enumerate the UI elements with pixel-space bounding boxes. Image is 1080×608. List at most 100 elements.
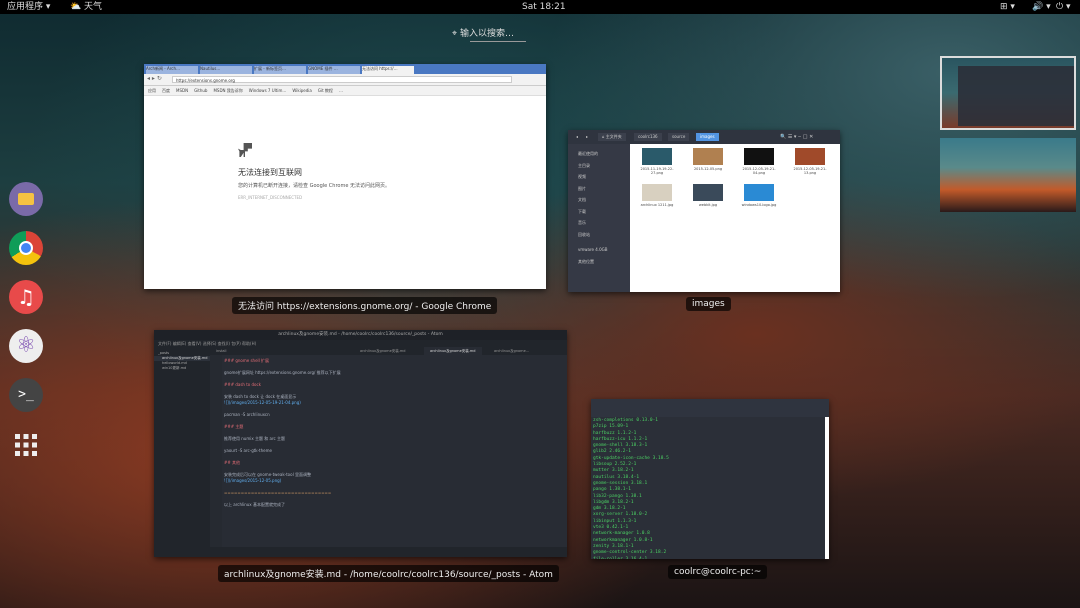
top-bar: 应用程序 ▾ ⛅ 天气 Sat 18:21 ⊞ ▾ 🔊 ▾ ⏻ ▾ — [0, 0, 1080, 14]
atom-icon[interactable]: ⚛ — [9, 329, 43, 363]
applications-menu[interactable]: 应用程序 ▾ — [7, 0, 50, 14]
chrome-omnibox[interactable]: https://extensions.gnome.org — [172, 76, 512, 83]
file-name: archlinux 1211.jpg — [640, 203, 674, 207]
chrome-tab[interactable]: Nautilus… — [200, 66, 252, 74]
sidebar-item-recent[interactable]: 最近使用的 — [568, 148, 630, 160]
path-segment[interactable]: source — [668, 133, 690, 141]
back-icon[interactable]: ◂ ▸ ↻ — [147, 75, 162, 82]
dash-dock: ♫ ⚛ >_ — [0, 178, 52, 462]
chrome-toolbar: ◂ ▸ ↻ https://extensions.gnome.org — [144, 74, 546, 86]
error-code: ERR_INTERNET_DISCONNECTED — [238, 195, 303, 200]
sidebar-item-trash[interactable]: 回收站 — [568, 229, 630, 241]
file-name: 2015-11-19-19-22-27.png — [640, 167, 674, 175]
files-headerbar: ◂ ▸ ⌂ 主文件夹 coolrc136 source images 🔍 ☰ ▾… — [568, 130, 840, 144]
atom-window-thumbnail[interactable]: archlinux及gnome安装.md - /home/coolrc/cool… — [154, 330, 567, 557]
bookmark-item[interactable]: MSDN — [176, 88, 188, 93]
power-indicator[interactable]: ⏻ ▾ — [1056, 0, 1071, 14]
overview-search-entry[interactable]: ⌖ 输入以搜索… — [452, 27, 632, 41]
terminal-line: gnome-control-center 3.18.2 — [593, 550, 667, 556]
chrome-tab[interactable]: GNOME 插件 … — [308, 66, 360, 74]
offline-dino-icon[interactable] — [238, 143, 252, 157]
chrome-icon[interactable] — [9, 231, 43, 265]
files-sidebar: 最近使用的 主目录 视频 图片 文档 下载 音乐 回收站 vmware 4.0G… — [568, 144, 630, 292]
tree-item[interactable]: win10更新.md — [154, 366, 210, 371]
files-icon[interactable] — [9, 182, 43, 216]
bookmark-item[interactable]: Windows 7 Ultim… — [249, 88, 287, 93]
search-icon: ⌖ — [452, 29, 458, 39]
weather-icon[interactable]: ⛅ — [70, 0, 81, 14]
search-underline — [470, 41, 526, 42]
file-thumbnail[interactable] — [744, 148, 774, 165]
sidebar-item-other-locations[interactable]: 其他位置 — [568, 256, 630, 268]
sidebar-item-downloads[interactable]: 下载 — [568, 206, 630, 218]
terminal-headerbar — [591, 399, 829, 417]
chrome-tab[interactable]: Arch新闻 - Arch… — [146, 66, 198, 74]
chrome-tab-strip: Arch新闻 - Arch… Nautilus… 扩展 - 新标签页… GNOME 插… — [144, 64, 546, 74]
file-thumbnail[interactable] — [642, 184, 672, 201]
terminal-line: file-roller 3.16.4-1 — [593, 557, 669, 559]
file-thumbnail[interactable] — [693, 148, 723, 165]
bookmark-item[interactable]: 应用 — [148, 88, 156, 93]
error-description: 您的计算机已断开连接，请检查 Google Chrome 无法访问此网页。 — [238, 183, 391, 189]
path-home[interactable]: ⌂ 主文件夹 — [598, 133, 626, 141]
tab[interactable]: archlinux及gnome… — [494, 349, 529, 354]
bookmarks-bar: 应用 百度 MSDN Github MSDN 我告诉你 Windows 7 Ultim… W… — [144, 86, 546, 96]
workspace-thumbnail[interactable] — [940, 138, 1076, 212]
atom-status-bar — [154, 547, 567, 557]
file-thumbnail[interactable] — [642, 148, 672, 165]
sidebar-item-music[interactable]: 音乐 — [568, 217, 630, 229]
files-window-caption: images — [686, 297, 731, 311]
atom-window-caption: archlinux及gnome安装.md - /home/coolrc/cool… — [218, 565, 559, 582]
chrome-window-thumbnail[interactable]: Arch新闻 - Arch… Nautilus… 扩展 - 新标签页… GNOME 插… — [144, 64, 546, 289]
file-thumbnail[interactable] — [693, 184, 723, 201]
chrome-tab[interactable]: 扩展 - 新标签页… — [254, 66, 306, 74]
workspace-window-miniature — [958, 66, 1074, 126]
toolbar-icons[interactable]: 🔍 ☰ ▾ ‒ □ ✕ — [776, 133, 817, 141]
terminal-window-thumbnail[interactable]: zsh-completions 0.13.0-1 p7zip 15.09-1 har… — [591, 399, 829, 559]
terminal-icon[interactable]: >_ — [9, 378, 43, 412]
keyboard-indicator[interactable]: ⊞ ▾ — [1000, 0, 1015, 14]
file-thumbnail[interactable] — [744, 184, 774, 201]
sidebar-item-home[interactable]: 主目录 — [568, 160, 630, 172]
sidebar-item-pictures[interactable]: 图片 — [568, 183, 630, 195]
tab[interactable]: archlinux及gnome安装.md — [360, 349, 406, 354]
tab-active[interactable]: archlinux及gnome安装.md — [424, 347, 482, 355]
code-line[interactable]: 以上 archlinux 基本配置就完成了 — [224, 502, 563, 508]
path-segment-active[interactable]: images — [696, 133, 719, 141]
file-name: 2015-12-05-19-21-13.png — [793, 167, 827, 175]
tab[interactable]: install — [216, 349, 226, 353]
back-icon[interactable]: ◂ — [572, 133, 582, 141]
file-name: webkit.jpg — [698, 203, 718, 207]
file-thumbnail[interactable] — [795, 148, 825, 165]
app-grid-icon[interactable] — [9, 428, 43, 462]
file-name: 2015-12-05-19-21-04.png — [742, 167, 776, 175]
chrome-tab-active[interactable]: 无法访问 https://… — [362, 66, 414, 74]
music-icon[interactable]: ♫ — [9, 280, 43, 314]
atom-titlebar: archlinux及gnome安装.md - /home/coolrc/cool… — [154, 330, 567, 340]
files-window-thumbnail[interactable]: ◂ ▸ ⌂ 主文件夹 coolrc136 source images 🔍 ☰ ▾… — [568, 130, 840, 292]
tree-item[interactable]: _posts — [154, 347, 210, 356]
bookmark-item[interactable]: Wikipedia — [292, 88, 312, 93]
weather-label[interactable]: 天气 — [84, 0, 102, 14]
path-segment[interactable]: coolrc136 — [634, 133, 662, 141]
clock[interactable]: Sat 18:21 — [522, 0, 566, 14]
atom-menubar[interactable]: 文件(F) 编辑(E) 查看(V) 选择(S) 查找(I) 包(P) 帮助(H) — [154, 340, 567, 347]
bookmark-item[interactable]: Github — [194, 88, 207, 93]
bookmark-item[interactable]: Git 教程 — [318, 88, 333, 93]
bookmark-item[interactable]: MSDN 我告诉你 — [213, 88, 242, 93]
sidebar-item-videos[interactable]: 视频 — [568, 171, 630, 183]
volume-indicator[interactable]: 🔊 ▾ — [1032, 0, 1051, 14]
bookmark-item[interactable]: … — [339, 88, 343, 93]
code-editor[interactable]: ### gnome shell 扩展 gnome扩展网址 https://ext… — [224, 358, 563, 547]
workspace-thumbnail-active[interactable] — [940, 56, 1076, 130]
error-title: 无法连接到互联网 — [238, 168, 302, 177]
sidebar-item-documents[interactable]: 文档 — [568, 194, 630, 206]
chrome-window-caption: 无法访问 https://extensions.gnome.org/ - Goo… — [232, 297, 498, 314]
forward-icon[interactable]: ▸ — [582, 133, 592, 141]
sidebar-item-volume[interactable]: vmware 4.0GB — [568, 244, 630, 256]
line-number-gutter — [210, 355, 222, 547]
search-placeholder: 输入以搜索… — [459, 29, 514, 39]
terminal-scrollbar[interactable] — [825, 417, 829, 559]
bookmark-item[interactable]: 百度 — [162, 88, 170, 93]
terminal-output[interactable]: zsh-completions 0.13.0-1 p7zip 15.09-1 har… — [593, 418, 669, 559]
